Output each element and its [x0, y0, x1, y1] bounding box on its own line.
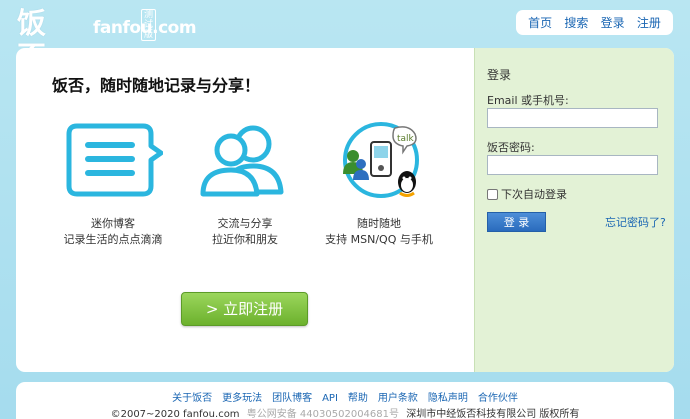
remember-checkbox[interactable]	[487, 188, 498, 200]
speech-bubble-list-icon	[63, 120, 164, 202]
copyright: ©2007~2020 fanfou.com 粤公网安备 440305020046…	[16, 405, 674, 419]
register-now-button[interactable]: > 立即注册	[181, 292, 308, 326]
login-title: 登录	[487, 68, 512, 82]
feature-anywhere: talk 随时随地 支持 MSN/QQ 与手机	[304, 120, 454, 248]
feature-anywhere-desc: 支持 MSN/QQ 与手机	[325, 233, 433, 246]
company-text: 深圳市中经饭否科技有限公司 版权所有	[406, 409, 580, 419]
footer-link-partners[interactable]: 合作伙伴	[478, 393, 518, 404]
login-panel: 登录 Email 或手机号: 饭否密码: 下次自动登录 登 录 忘记密码了?	[474, 48, 674, 372]
nav-search-link[interactable]: 搜索	[564, 14, 588, 31]
feature-microblog-desc: 记录生活的点点滴滴	[63, 233, 163, 246]
feature-anywhere-title: 随时随地	[357, 217, 401, 230]
footer-link-terms[interactable]: 用户条款	[378, 393, 418, 404]
intro-section: 饭否，随时随地记录与分享！ 迷你博客 记录生活的点点滴滴 交流与分享 拉近你和朋…	[16, 48, 474, 372]
footer-link-help[interactable]: 帮助	[348, 393, 368, 404]
remember-label: 下次自动登录	[501, 188, 567, 201]
footer: 关于饭否 更多玩法 团队博客 API 帮助 用户条款 隐私声明 合作伙伴 ©2007~2020…	[16, 382, 674, 419]
feature-share: 交流与分享 拉近你和朋友	[170, 120, 320, 248]
footer-link-privacy[interactable]: 隐私声明	[428, 393, 468, 404]
nav-register-link[interactable]: 注册	[637, 14, 661, 31]
main-panel: 饭否，随时随地记录与分享！ 迷你博客 记录生活的点点滴滴 交流与分享 拉近你和朋…	[16, 48, 674, 372]
slogan: 饭否，随时随地记录与分享！	[52, 76, 261, 95]
svg-text:talk: talk	[397, 134, 415, 144]
feature-microblog-title: 迷你博客	[91, 217, 135, 230]
im-mobile-icon: talk	[329, 120, 429, 202]
feature-share-title: 交流与分享	[217, 217, 273, 230]
password-label: 饭否密码:	[487, 141, 535, 154]
login-button[interactable]: 登 录	[487, 212, 546, 232]
email-field[interactable]	[487, 108, 658, 128]
nav-home-link[interactable]: 首页	[528, 14, 552, 31]
footer-link-blog[interactable]: 团队博客	[272, 393, 312, 404]
copyright-text: ©2007~2020 fanfou.com	[110, 409, 240, 419]
footer-links: 关于饭否 更多玩法 团队博客 API 帮助 用户条款 隐私声明 合作伙伴	[16, 389, 674, 404]
email-label: Email 或手机号:	[487, 94, 569, 107]
top-nav: 首页 搜索 登录 注册	[516, 10, 673, 35]
password-field[interactable]	[487, 155, 658, 175]
forgot-password-link[interactable]: 忘记密码了?	[605, 214, 666, 230]
footer-link-more[interactable]: 更多玩法	[222, 393, 262, 404]
feature-share-desc: 拉近你和朋友	[212, 233, 278, 246]
people-icon	[195, 120, 295, 202]
remember-me[interactable]: 下次自动登录	[487, 186, 567, 202]
footer-link-about[interactable]: 关于饭否	[172, 393, 212, 404]
feature-microblog: 迷你博客 记录生活的点点滴滴	[38, 120, 188, 248]
beta-badge: 测试版	[141, 9, 157, 41]
footer-link-api[interactable]: API	[322, 393, 338, 404]
nav-login-link[interactable]: 登录	[601, 14, 625, 31]
icp-record[interactable]: 粤公网安备 44030502004681号	[247, 409, 399, 419]
